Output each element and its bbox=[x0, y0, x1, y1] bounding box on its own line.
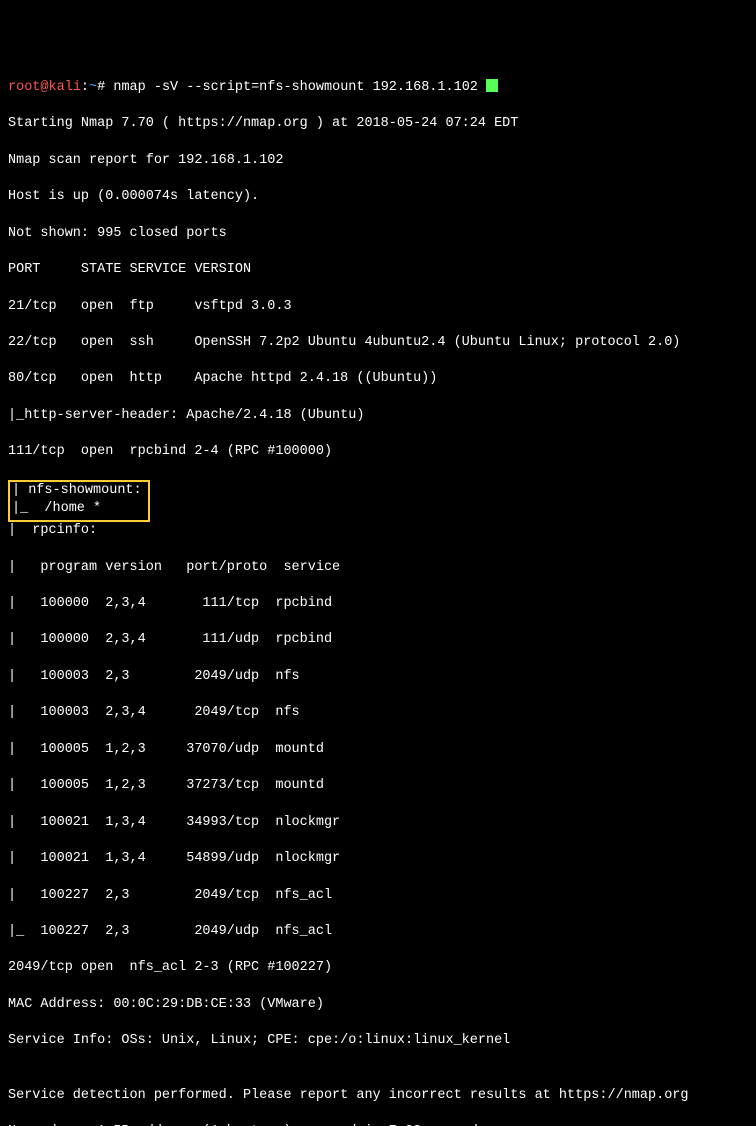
output-line: | nfs-showmount: bbox=[12, 482, 142, 500]
output-line: |_http-server-header: Apache/2.4.18 (Ubu… bbox=[8, 407, 748, 425]
output-line: MAC Address: 00:0C:29:DB:CE:33 (VMware) bbox=[8, 996, 748, 1014]
cursor-icon bbox=[486, 79, 498, 92]
prompt-host: kali bbox=[49, 80, 81, 95]
output-line: | 100000 2,3,4 111/udp rpcbind bbox=[8, 631, 748, 649]
output-line: Service detection performed. Please repo… bbox=[8, 1087, 748, 1105]
output-line: |_ /home * bbox=[12, 501, 101, 516]
prompt-line[interactable]: root@kali:~# nmap -sV --script=nfs-showm… bbox=[8, 79, 748, 97]
prompt-path: ~ bbox=[89, 80, 97, 95]
output-line: | 100005 1,2,3 37273/tcp mountd bbox=[8, 777, 748, 795]
output-line: Nmap done: 1 IP address (1 host up) scan… bbox=[8, 1123, 748, 1126]
output-line: | 100003 2,3 2049/udp nfs bbox=[8, 668, 748, 686]
output-line: 21/tcp open ftp vsftpd 3.0.3 bbox=[8, 298, 748, 316]
output-line: | 100227 2,3 2049/tcp nfs_acl bbox=[8, 887, 748, 905]
output-line: Not shown: 995 closed ports bbox=[8, 225, 748, 243]
output-line: | 100005 1,2,3 37070/udp mountd bbox=[8, 741, 748, 759]
prompt-colon: : bbox=[81, 80, 89, 95]
output-line: 80/tcp open http Apache httpd 2.4.18 ((U… bbox=[8, 370, 748, 388]
output-line: | program version port/proto service bbox=[8, 559, 748, 577]
output-line: | 100003 2,3,4 2049/tcp nfs bbox=[8, 704, 748, 722]
output-line: 22/tcp open ssh OpenSSH 7.2p2 Ubuntu 4ub… bbox=[8, 334, 748, 352]
output-line: Host is up (0.000074s latency). bbox=[8, 188, 748, 206]
output-line: 111/tcp open rpcbind 2-4 (RPC #100000) bbox=[8, 443, 748, 461]
output-line: PORT STATE SERVICE VERSION bbox=[8, 261, 748, 279]
prompt-at: @ bbox=[40, 80, 48, 95]
output-line: | 100021 1,3,4 54899/udp nlockmgr bbox=[8, 850, 748, 868]
output-line: | 100000 2,3,4 111/tcp rpcbind bbox=[8, 595, 748, 613]
output-line: | 100021 1,3,4 34993/tcp nlockmgr bbox=[8, 814, 748, 832]
nfs-showmount-highlight: | nfs-showmount:|_ /home * bbox=[8, 480, 150, 522]
output-line: Starting Nmap 7.70 ( https://nmap.org ) … bbox=[8, 115, 748, 133]
command-text: nmap -sV --script=nfs-showmount 192.168.… bbox=[105, 80, 478, 95]
output-line: 2049/tcp open nfs_acl 2-3 (RPC #100227) bbox=[8, 959, 748, 977]
output-line: |_ 100227 2,3 2049/udp nfs_acl bbox=[8, 923, 748, 941]
output-line: | rpcinfo: bbox=[8, 522, 748, 540]
output-line: Service Info: OSs: Unix, Linux; CPE: cpe… bbox=[8, 1032, 748, 1050]
output-line: Nmap scan report for 192.168.1.102 bbox=[8, 152, 748, 170]
prompt-user: root bbox=[8, 80, 40, 95]
